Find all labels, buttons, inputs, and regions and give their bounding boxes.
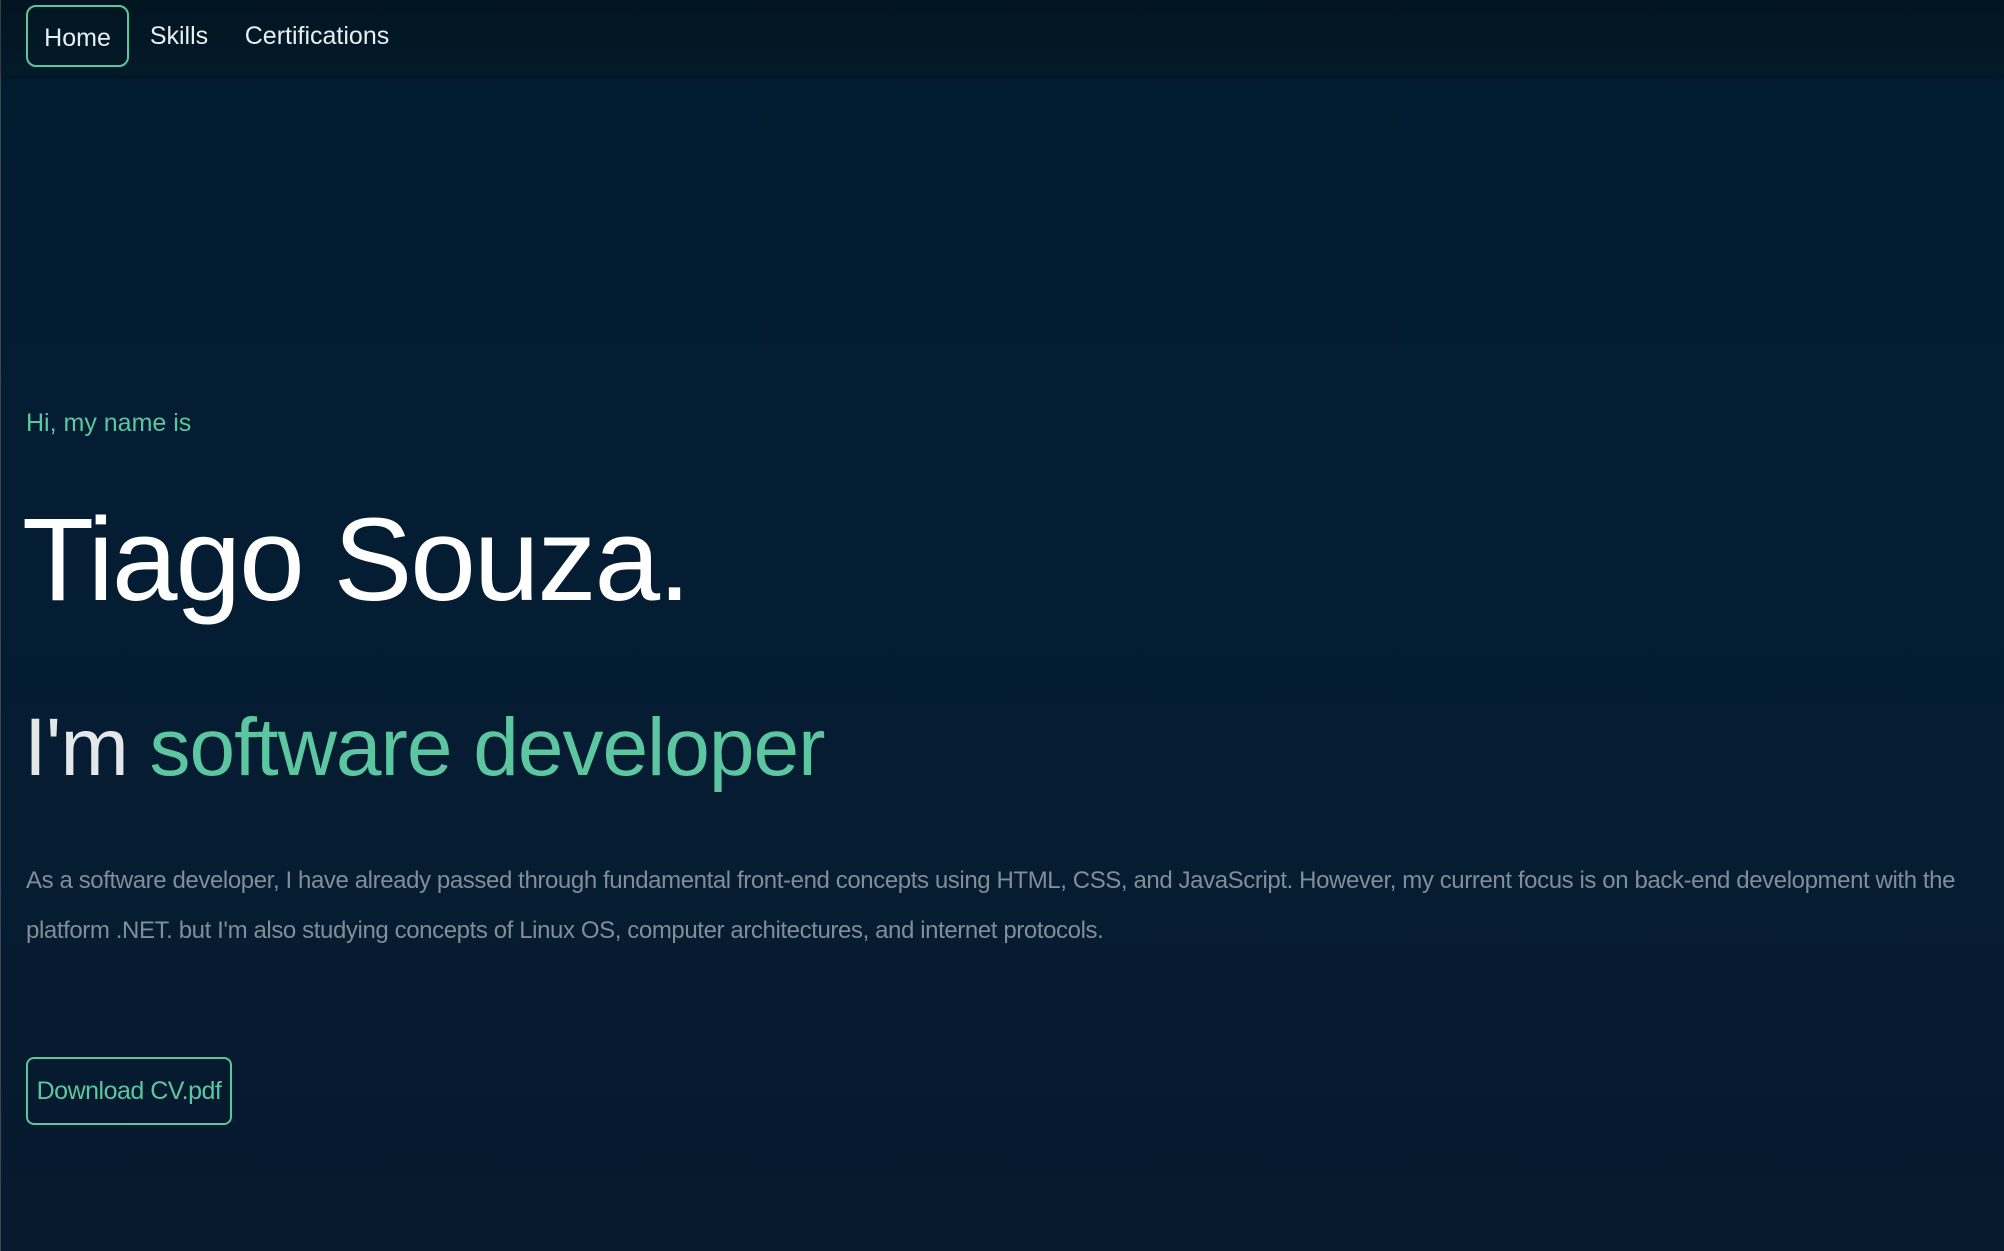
nav-item-certifications[interactable]: Certifications bbox=[237, 5, 397, 67]
role-heading: I'm software developer bbox=[24, 698, 826, 798]
greeting-text: Hi, my name is bbox=[26, 409, 192, 437]
top-navbar: Home Skills Certifications bbox=[1, 0, 2004, 75]
nav-item-skills[interactable]: Skills bbox=[139, 5, 219, 67]
nav-item-home[interactable]: Home bbox=[26, 5, 129, 67]
role-prefix: I'm bbox=[24, 702, 129, 793]
role-highlight: software developer bbox=[149, 702, 826, 793]
page-left-edge bbox=[0, 0, 1, 1251]
person-name: Tiago Souza. bbox=[22, 494, 691, 626]
about-paragraph: As a software developer, I have already … bbox=[26, 867, 1956, 944]
download-cv-button[interactable]: Download CV.pdf bbox=[26, 1057, 232, 1125]
